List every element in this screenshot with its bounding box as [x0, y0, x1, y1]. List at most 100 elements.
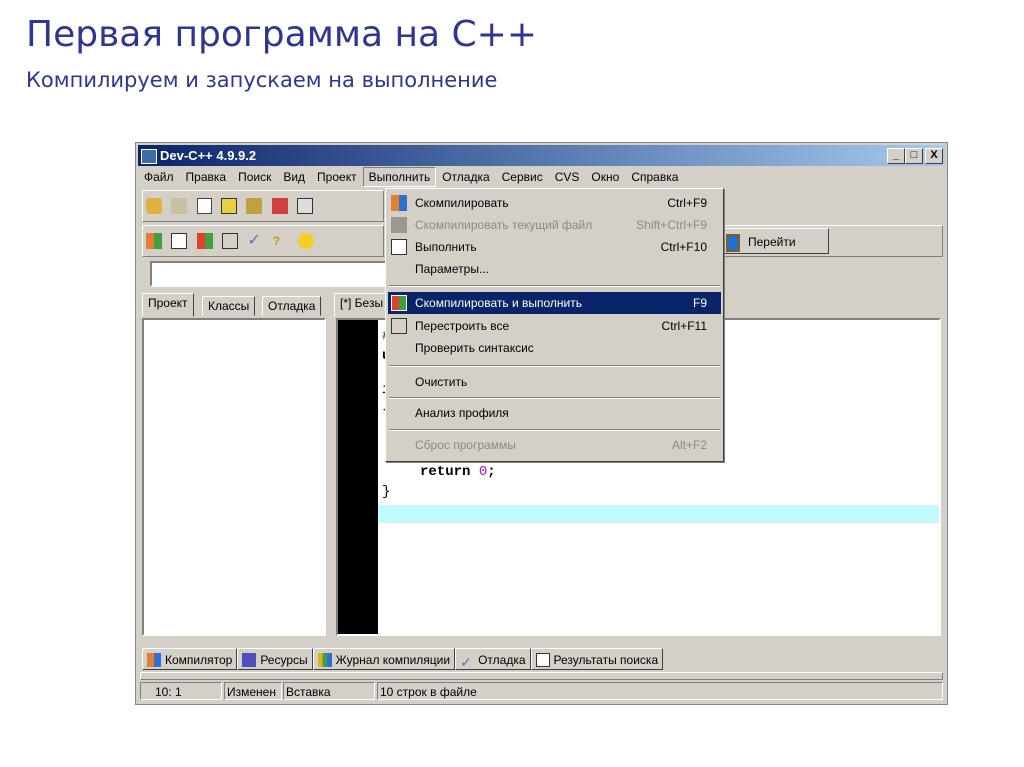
goto-label: Перейти — [748, 235, 796, 249]
item-shortcut: Ctrl+F9 — [667, 196, 707, 210]
menu-edit[interactable]: Правка — [180, 167, 233, 187]
menu-view[interactable]: Вид — [277, 167, 311, 187]
slide-subtitle: Компилируем и запускаем на выполнение — [26, 68, 498, 92]
item-shortcut: Ctrl+F11 — [661, 319, 707, 333]
status-position: 10: 1 — [140, 682, 222, 700]
tab-resources[interactable]: Ресурсы — [237, 648, 313, 670]
run-icon[interactable] — [171, 233, 188, 249]
compile-icon — [391, 195, 407, 211]
toolbar-goto: Перейти — [698, 225, 943, 257]
new-project-icon[interactable] — [146, 198, 162, 214]
tab-classes[interactable]: Классы — [202, 296, 256, 316]
tab-debug-bottom[interactable]: ✓ Отладка — [455, 648, 531, 670]
item-label: Очистить — [415, 375, 468, 389]
menu-cvs[interactable]: CVS — [549, 167, 586, 187]
toolbar-compile: ✓ ? — [142, 225, 384, 257]
menu-separator — [389, 397, 720, 399]
semicolon: ; — [487, 464, 496, 480]
keyword-return: return — [420, 464, 471, 480]
menu-item-parameters[interactable]: Параметры... — [388, 258, 721, 280]
item-shortcut: F9 — [692, 296, 707, 310]
title-bar: Dev-C++ 4.9.9.2 _ □ X — [138, 145, 945, 166]
debug-check-icon: ✓ — [460, 654, 472, 670]
close-file-icon[interactable] — [271, 198, 288, 214]
item-label: Сброс программы — [415, 438, 516, 452]
menu-item-compile-and-run[interactable]: Скомпилировать и выполнить F9 — [388, 292, 721, 314]
maximize-button[interactable]: □ — [905, 148, 923, 164]
menu-item-compile[interactable]: Скомпилировать Ctrl+F9 — [388, 192, 721, 214]
minimize-button[interactable]: _ — [887, 148, 905, 164]
tab-resources-label: Ресурсы — [260, 653, 308, 667]
status-mode: Вставка — [283, 682, 375, 700]
menu-separator — [389, 365, 720, 367]
menu-tools[interactable]: Сервис — [496, 167, 549, 187]
about-icon[interactable] — [298, 233, 315, 249]
slide-title: Первая программа на C++ — [26, 14, 538, 55]
tab-compiler-label: Компилятор — [165, 653, 233, 667]
compile-run-icon[interactable] — [196, 233, 213, 249]
menu-run[interactable]: Выполнить — [362, 167, 437, 187]
left-tabs: Проект Классы Отладка — [142, 293, 327, 318]
menu-item-clean[interactable]: Очистить — [388, 371, 721, 393]
goto-button[interactable]: Перейти — [719, 228, 829, 254]
current-line-highlight — [378, 505, 939, 523]
goto-icon — [726, 234, 740, 252]
compile-icon[interactable] — [146, 233, 162, 249]
project-panel — [142, 318, 326, 636]
tab-debug-bottom-label: Отладка — [478, 653, 526, 667]
item-label: Скомпилировать — [415, 196, 509, 210]
menu-item-rebuild-all[interactable]: Перестроить все Ctrl+F11 — [388, 315, 721, 337]
app-icon — [141, 149, 157, 164]
editor-gutter — [338, 320, 378, 634]
print-icon[interactable] — [297, 198, 314, 214]
compile-log-icon — [317, 653, 332, 667]
menu-project[interactable]: Проект — [311, 167, 363, 187]
menu-item-reset-program: Сброс программы Alt+F2 — [388, 434, 721, 456]
menu-item-profile-analysis[interactable]: Анализ профиля — [388, 402, 721, 424]
save-icon[interactable] — [221, 198, 238, 214]
tab-compiler[interactable]: Компилятор — [142, 648, 238, 670]
code-return-line: return 0; — [420, 464, 496, 480]
bottom-tabs: Компилятор Ресурсы Журнал компиляции ✓ Отлад… — [142, 648, 664, 672]
item-label: Скомпилировать текущий файл — [415, 218, 593, 232]
help-icon[interactable]: ? — [273, 233, 289, 249]
menu-item-check-syntax[interactable]: Проверить синтаксис — [388, 337, 721, 359]
item-shortcut: Alt+F2 — [671, 438, 707, 452]
bottom-panel-splitter[interactable] — [140, 672, 943, 680]
tab-debug[interactable]: Отладка — [262, 296, 322, 316]
code-close-brace: } — [382, 484, 391, 500]
menu-file[interactable]: Файл — [138, 167, 180, 187]
item-shortcut: Ctrl+F10 — [660, 240, 707, 254]
open-project-icon[interactable] — [171, 198, 188, 214]
new-file-icon[interactable] — [196, 198, 212, 214]
tab-compile-log[interactable]: Журнал компиляции — [312, 648, 456, 670]
check-syntax-icon[interactable]: ✓ — [247, 233, 263, 249]
menu-bar: Файл Правка Поиск Вид Проект Выполнить О… — [138, 167, 945, 187]
rebuild-icon — [391, 318, 407, 334]
menu-search[interactable]: Поиск — [232, 167, 277, 187]
menu-item-run[interactable]: Выполнить Ctrl+F10 — [388, 236, 721, 258]
class-combo-input[interactable] — [150, 261, 390, 287]
rebuild-icon[interactable] — [222, 233, 239, 249]
item-label: Перестроить все — [415, 319, 510, 333]
toolbar-main — [142, 190, 384, 222]
menu-help[interactable]: Справка — [625, 167, 684, 187]
tab-project[interactable]: Проект — [142, 293, 194, 317]
menu-debug[interactable]: Отладка — [436, 167, 495, 187]
compile-file-icon — [391, 217, 407, 233]
close-button[interactable]: X — [925, 148, 943, 164]
save-all-icon[interactable] — [246, 198, 263, 214]
item-label: Скомпилировать и выполнить — [415, 296, 582, 310]
menu-window[interactable]: Окно — [585, 167, 625, 187]
resources-icon — [242, 653, 257, 667]
window-title: Dev-C++ 4.9.9.2 — [160, 148, 257, 163]
item-label: Анализ профиля — [415, 406, 509, 420]
run-icon — [391, 239, 407, 255]
item-label: Выполнить — [415, 240, 477, 254]
menu-separator — [389, 429, 720, 431]
item-label: Проверить синтаксис — [415, 341, 534, 355]
search-results-icon — [535, 653, 550, 667]
tab-editor-file[interactable]: [*] Безы — [334, 293, 390, 317]
tab-search-results[interactable]: Результаты поиска — [530, 648, 664, 670]
run-menu-dropdown: Скомпилировать Ctrl+F9 Скомпилировать тек… — [385, 188, 724, 462]
